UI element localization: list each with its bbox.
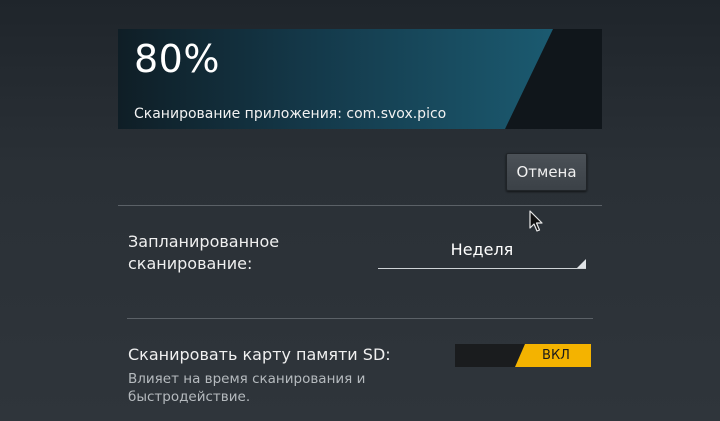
scan-sd-card-toggle[interactable]: ВКЛ (455, 344, 591, 367)
scan-sd-card-description: Влияет на время сканирования и быстродей… (128, 371, 366, 405)
scan-progress-percent: 80% (134, 37, 220, 81)
divider (127, 318, 593, 319)
scheduled-scan-value: Неделя (450, 240, 514, 259)
scan-sd-card-label: Сканировать карту памяти SD: (128, 345, 391, 364)
scan-progress-status: Сканирование приложения: com.svox.pico (134, 106, 447, 122)
scheduled-scan-label: Запланированное сканирование: (128, 232, 280, 273)
mouse-pointer-icon (529, 210, 543, 232)
divider (118, 205, 602, 206)
dropdown-triangle-icon (577, 259, 586, 268)
toggle-thumb: ВКЛ (515, 344, 591, 367)
toggle-on-label: ВКЛ (542, 348, 570, 363)
scheduled-scan-dropdown[interactable]: Неделя (378, 232, 586, 269)
scan-progress-banner: 80% Сканирование приложения: com.svox.pi… (118, 29, 602, 129)
cancel-button[interactable]: Отмена (506, 153, 587, 191)
